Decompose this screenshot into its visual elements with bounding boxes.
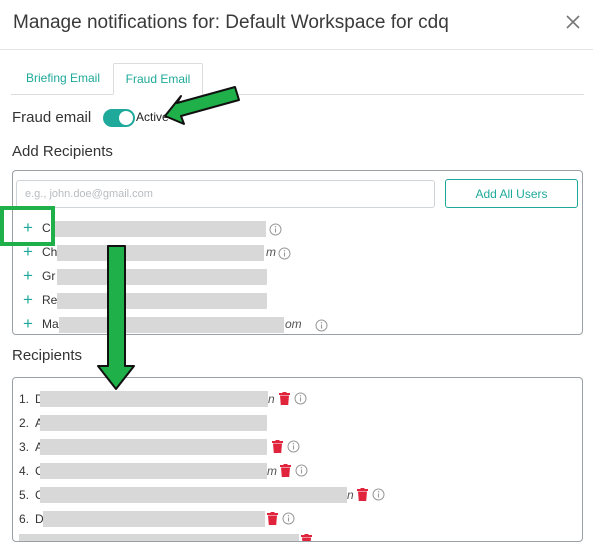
candidate-row: + Gr [13,265,582,289]
trash-icon[interactable] [272,440,283,453]
recipient-number: 6. [19,512,30,526]
plus-icon[interactable]: + [21,314,35,334]
plus-icon[interactable]: + [21,290,35,310]
candidate-row: + Ch m [13,241,582,265]
trash-icon[interactable] [301,534,312,541]
info-icon[interactable] [269,223,282,236]
recipient-number: 5. [19,488,30,502]
modal-header: Manage notifications for: Default Worksp… [0,0,593,50]
candidate-email-tail: om [285,317,302,331]
highlight-box [0,206,55,246]
candidate-row: + Re [13,289,582,313]
recipient-email-tail: m [267,464,277,478]
trash-icon[interactable] [279,392,290,405]
recipient-number: 4. [19,464,30,478]
recipients-panel: 1. D n 2. A 3. A [12,377,583,542]
recipients-heading: Recipients [12,347,83,364]
recipient-email-tail: n [347,488,354,502]
tab-briefing-email[interactable]: Briefing Email [15,63,111,95]
plus-icon[interactable]: + [21,266,35,286]
recipient-row: 2. A [13,412,582,434]
redaction [40,439,267,455]
recipient-row: 4. C m [13,460,582,482]
recipient-email-tail: n [268,392,275,406]
redaction [40,415,267,431]
recipient-number: 1. [19,392,30,406]
recipient-row: 1. D n [13,388,582,410]
add-all-users-button[interactable]: Add All Users [445,179,578,208]
toggle-knob [119,111,133,125]
modal-title: Manage notifications for: Default Worksp… [13,12,449,33]
redaction [57,293,267,309]
trash-icon[interactable] [357,488,368,501]
add-recipients-panel: Add All Users + C + Ch m + Gr + Re [12,170,583,335]
candidate-name: Gr [42,269,56,283]
trash-icon[interactable] [267,512,278,525]
redaction [19,534,299,541]
add-recipients-heading: Add Recipients [12,143,113,160]
info-icon[interactable] [372,488,385,501]
redaction [40,391,268,407]
close-icon [566,15,580,29]
info-icon[interactable] [295,464,308,477]
notifications-modal: Manage notifications for: Default Worksp… [0,0,593,547]
redaction [57,269,267,285]
recipient-row: 5. C n [13,484,582,506]
candidate-row: + Ma om [13,313,582,334]
toggle-status-label: Active [136,110,169,124]
info-icon[interactable] [294,392,307,405]
redaction [43,511,265,527]
candidate-name: Re [42,293,58,307]
trash-icon[interactable] [280,464,291,477]
redaction [53,221,266,237]
fraud-email-label: Fraud email [12,109,92,126]
close-button[interactable] [561,10,585,34]
info-icon[interactable] [287,440,300,453]
candidate-row: + C [13,217,582,241]
info-icon[interactable] [278,247,291,260]
redaction [57,245,264,261]
candidate-name: Ma [42,317,59,331]
recipient-row: 3. A [13,436,582,458]
candidate-email-tail: m [266,245,276,259]
fraud-email-toggle[interactable] [103,109,135,127]
redaction [59,317,284,333]
info-icon[interactable] [282,512,295,525]
recipient-row-partial [13,532,582,541]
recipient-number: 2. [19,416,30,430]
email-input[interactable] [16,180,435,208]
recipient-row: 6. D [13,508,582,530]
redaction [40,463,267,479]
info-icon[interactable] [315,319,328,332]
candidate-name: Ch [42,245,58,259]
redaction [40,487,347,503]
recipient-number: 3. [19,440,30,454]
tab-bar: Briefing Email Fraud Email [11,63,584,95]
tab-fraud-email[interactable]: Fraud Email [113,63,203,95]
